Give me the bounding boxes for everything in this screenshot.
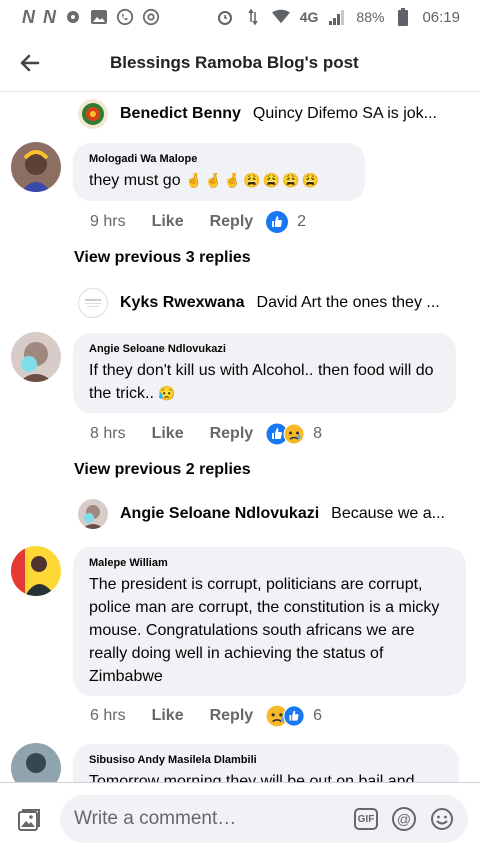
comment-bubble[interactable]: Angie Seloane Ndlovukazi If they don't k… bbox=[73, 333, 456, 413]
back-button[interactable] bbox=[0, 34, 60, 92]
emoji-button[interactable] bbox=[430, 807, 454, 831]
signal-icon bbox=[328, 8, 346, 26]
comment-bubble[interactable]: Mologadi Wa Malope they must go 🤞🤞🤞😩😩😩😩 bbox=[73, 143, 365, 201]
comment-author[interactable]: Angie Seloane Ndlovukazi bbox=[89, 343, 440, 355]
avatar[interactable] bbox=[11, 142, 61, 192]
status-bar: N N 4G 88% 06:19 bbox=[0, 0, 480, 34]
comment-feed[interactable]: Benedict Benny Quincy Difemo SA is jok..… bbox=[0, 92, 480, 782]
reaction-summary[interactable]: 2 bbox=[265, 210, 306, 234]
reaction-summary[interactable]: 6 bbox=[265, 704, 322, 728]
sad-reaction-icon bbox=[283, 423, 305, 445]
reply-author[interactable]: Angie Seloane Ndlovukazi bbox=[120, 505, 319, 523]
like-reaction-icon bbox=[266, 211, 289, 233]
comment-input[interactable]: Write a comment… GIF @ bbox=[60, 795, 468, 843]
comment-emoji: 🤞🤞🤞😩😩😩😩 bbox=[185, 172, 322, 188]
avatar[interactable] bbox=[78, 99, 108, 129]
reply-snippet: Quincy Difemo SA is jok... bbox=[252, 105, 437, 122]
reaction-count: 6 bbox=[313, 707, 323, 724]
like-button[interactable]: Like bbox=[152, 213, 184, 231]
alarm-icon bbox=[216, 8, 234, 26]
gallery-icon bbox=[90, 8, 108, 26]
comment-text: Tomorrow morning they will be out on bai… bbox=[89, 773, 415, 782]
comment-time: 6 hrs bbox=[90, 707, 126, 724]
reaction-summary[interactable]: 8 bbox=[265, 422, 322, 446]
reply-author[interactable]: Kyks Rwexwana bbox=[120, 294, 245, 312]
reply-preview[interactable]: Kyks Rwexwana David Art the ones they ..… bbox=[78, 288, 440, 318]
comment-bubble[interactable]: Malepe William The president is corrupt,… bbox=[73, 547, 466, 696]
comment-bubble[interactable]: Sibusiso Andy Masilela Dlambili Tomorrow… bbox=[73, 744, 459, 782]
comment-text: If they don't kill us with Alcohol.. the… bbox=[89, 359, 440, 405]
comment-placeholder: Write a comment… bbox=[74, 808, 237, 829]
network-type: 4G bbox=[299, 9, 319, 25]
avatar[interactable] bbox=[11, 546, 61, 596]
wifi-icon bbox=[271, 8, 290, 26]
reply-preview[interactable]: Angie Seloane Ndlovukazi Because we a... bbox=[78, 499, 445, 529]
reply-button[interactable]: Reply bbox=[210, 213, 254, 231]
page-title: Blessings Ramoba Blog's post bbox=[110, 52, 359, 72]
view-previous-replies[interactable]: View previous 2 replies bbox=[74, 461, 251, 479]
comment-actions: 8 hrs Like Reply 8 bbox=[90, 422, 322, 446]
reply-button[interactable]: Reply bbox=[210, 707, 254, 725]
comment-text: The president is corrupt, politicians ar… bbox=[89, 576, 440, 685]
app-notification-n2: N bbox=[43, 6, 56, 27]
comment-composer: Write a comment… GIF @ bbox=[0, 782, 480, 854]
dot-icon bbox=[64, 8, 82, 26]
smiley-icon bbox=[431, 808, 453, 830]
like-reaction-icon bbox=[283, 705, 305, 727]
avatar[interactable] bbox=[78, 499, 108, 529]
comment-body: they must go bbox=[89, 172, 181, 189]
whatsapp-icon bbox=[116, 8, 134, 26]
comment-text: they must go 🤞🤞🤞😩😩😩😩 bbox=[89, 169, 349, 192]
gif-button[interactable]: GIF bbox=[354, 808, 378, 830]
battery-icon bbox=[394, 8, 412, 26]
reply-button[interactable]: Reply bbox=[210, 425, 254, 443]
like-button[interactable]: Like bbox=[152, 707, 184, 725]
reply-author[interactable]: Benedict Benny bbox=[120, 105, 241, 123]
comment-author[interactable]: Malepe William bbox=[89, 557, 450, 569]
reaction-count: 2 bbox=[297, 213, 307, 230]
view-previous-replies[interactable]: View previous 3 replies bbox=[74, 249, 251, 267]
composer-tools: GIF @ bbox=[354, 807, 468, 831]
comment-author[interactable]: Sibusiso Andy Masilela Dlambili bbox=[89, 754, 443, 766]
avatar[interactable] bbox=[11, 332, 61, 382]
comment-actions: 9 hrs Like Reply 2 bbox=[90, 210, 306, 234]
post-header: Blessings Ramoba Blog's post bbox=[0, 34, 480, 92]
status-notifications: N N bbox=[22, 7, 160, 28]
mention-button[interactable]: @ bbox=[392, 807, 416, 831]
avatar[interactable] bbox=[11, 743, 61, 782]
battery-percent: 88% bbox=[356, 9, 385, 25]
data-arrows-icon bbox=[244, 8, 262, 26]
like-button[interactable]: Like bbox=[152, 425, 184, 443]
comment-actions: 6 hrs Like Reply 6 bbox=[90, 704, 322, 728]
add-photo-button[interactable] bbox=[16, 807, 42, 838]
reply-snippet: Because we a... bbox=[331, 505, 445, 522]
photo-icon bbox=[18, 809, 40, 831]
app-notification-n1: N bbox=[22, 6, 35, 27]
clock: 06:19 bbox=[422, 8, 460, 26]
reply-snippet: David Art the ones they ... bbox=[256, 294, 440, 311]
back-arrow-icon bbox=[20, 54, 40, 71]
chrome-icon bbox=[142, 8, 160, 26]
status-system: 4G 88% 06:19 bbox=[216, 8, 460, 26]
comment-emoji: 😥 bbox=[158, 385, 176, 401]
comment-body: If they don't kill us with Alcohol.. the… bbox=[89, 362, 434, 402]
comment-time: 8 hrs bbox=[90, 425, 126, 442]
reply-preview[interactable]: Benedict Benny Quincy Difemo SA is jok..… bbox=[78, 99, 437, 129]
comment-author[interactable]: Mologadi Wa Malope bbox=[89, 153, 349, 165]
avatar[interactable] bbox=[78, 288, 108, 318]
comment-time: 9 hrs bbox=[90, 213, 126, 230]
reaction-count: 8 bbox=[313, 425, 323, 442]
